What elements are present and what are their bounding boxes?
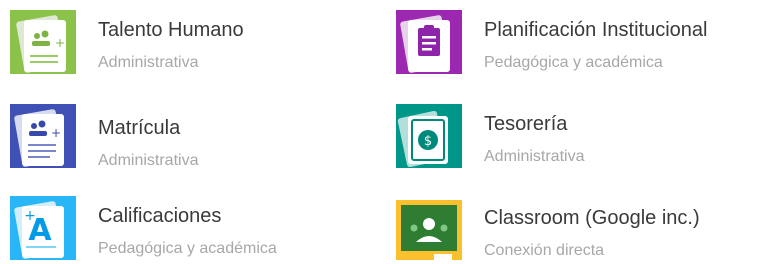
apps-grid: + Talento Humano Administrativa Planific… bbox=[0, 0, 763, 264]
grade-a-plus-icon: A + bbox=[10, 196, 76, 260]
clipboard-icon bbox=[396, 10, 462, 74]
app-subtitle: Administrativa bbox=[98, 54, 199, 71]
app-calificaciones[interactable]: A + Calificaciones Pedagógica y académic… bbox=[10, 196, 277, 260]
app-planificacion-institucional[interactable]: Planificación Institucional Pedagógica y… bbox=[396, 10, 707, 74]
app-title: Matrícula bbox=[98, 117, 181, 139]
app-subtitle: Pedagógica y académica bbox=[98, 240, 277, 257]
people-add-icon: + bbox=[10, 10, 76, 74]
app-classroom[interactable]: Classroom (Google inc.) Conexión directa bbox=[396, 200, 700, 264]
app-title: Classroom (Google inc.) bbox=[484, 207, 700, 229]
svg-text:$: $ bbox=[424, 134, 432, 149]
app-title: Talento Humano bbox=[98, 19, 244, 41]
app-subtitle: Administrativa bbox=[98, 152, 199, 169]
app-tesoreria[interactable]: $ Tesorería Administrativa bbox=[396, 104, 584, 168]
app-title: Calificaciones bbox=[98, 205, 222, 227]
app-title: Planificación Institucional bbox=[484, 19, 708, 41]
app-subtitle: Pedagógica y académica bbox=[484, 54, 663, 71]
app-subtitle: Conexión directa bbox=[484, 242, 605, 259]
svg-text:+: + bbox=[24, 208, 36, 224]
people-add-icon: + bbox=[10, 104, 76, 168]
app-subtitle: Administrativa bbox=[484, 148, 585, 165]
svg-text:+: + bbox=[51, 126, 61, 140]
banknote-icon: $ bbox=[396, 104, 462, 168]
app-talento-humano[interactable]: + Talento Humano Administrativa bbox=[10, 10, 244, 74]
classroom-icon bbox=[396, 200, 462, 264]
app-title: Tesorería bbox=[484, 113, 568, 135]
svg-text:+: + bbox=[55, 36, 65, 50]
app-matricula[interactable]: + Matrícula Administrativa bbox=[10, 104, 198, 171]
